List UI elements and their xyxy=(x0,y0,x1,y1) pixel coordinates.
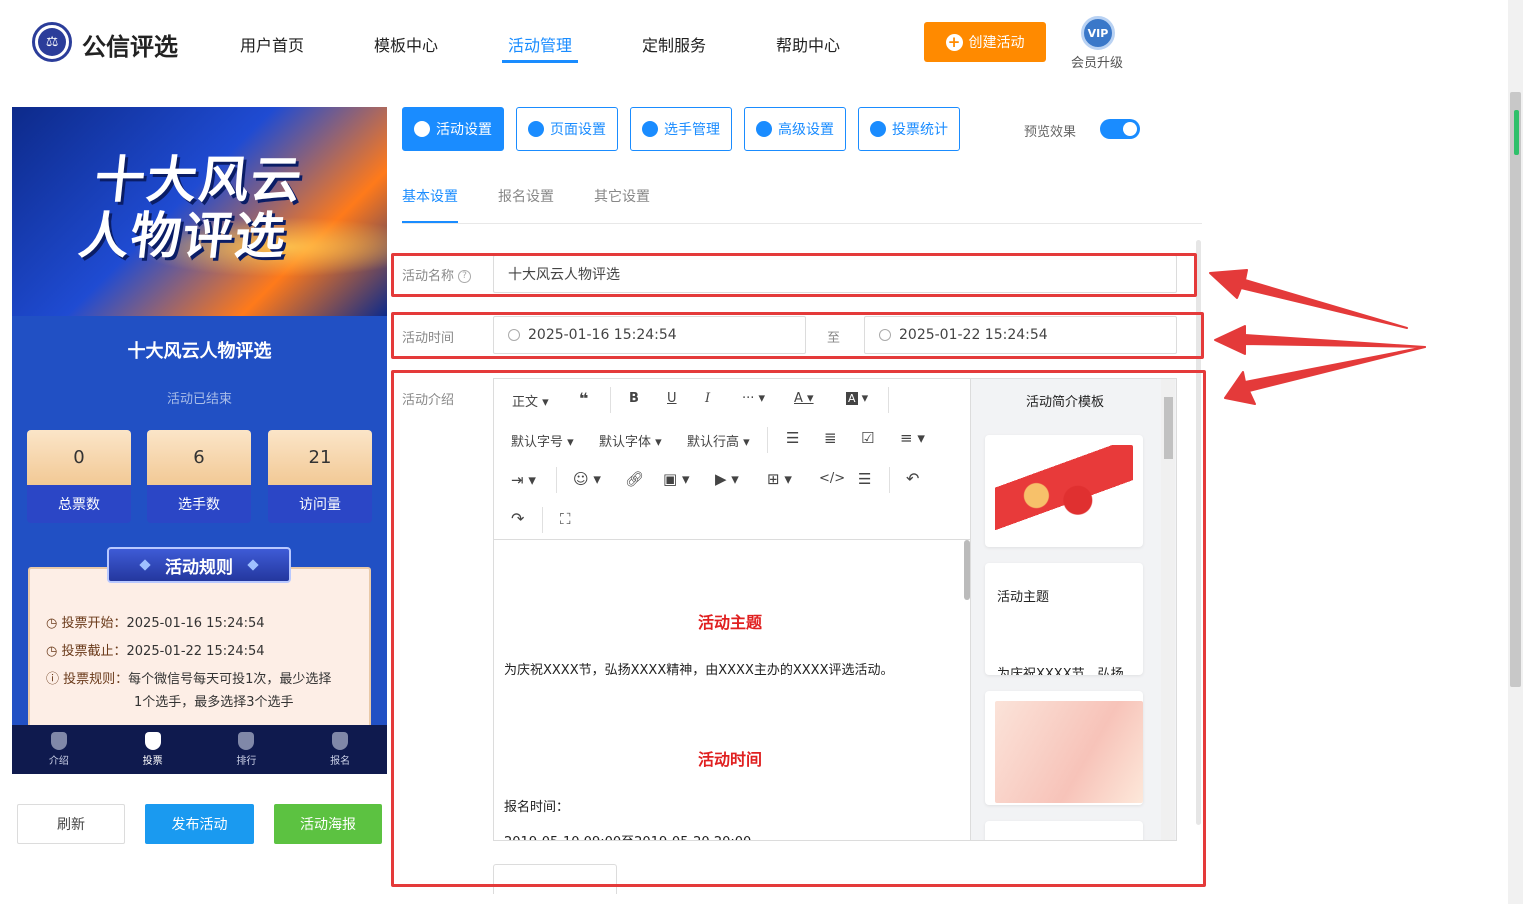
vip-upgrade-link[interactable]: 会员升级 xyxy=(1071,52,1123,71)
subtab-active-underline xyxy=(402,221,458,223)
sliders-icon xyxy=(756,121,772,137)
subtab-signup[interactable]: 报名设置 xyxy=(498,186,554,206)
preview-effect-label: 预览效果 xyxy=(1024,125,1077,140)
info-icon: ⓘ xyxy=(46,672,64,687)
gear-icon xyxy=(528,121,544,137)
create-activity-label: 创建活动 xyxy=(968,35,1025,51)
highlight-frame-name xyxy=(391,253,1197,297)
stat-contestants: 6 选手数 xyxy=(147,430,251,523)
rule-vote-rule: ⓘ 投票规则：每个微信号每天可投1次，最少选择 xyxy=(46,672,332,687)
phone-preview: 十大风云 人物评选 十大风云人物评选 活动已结束 0 总票数 6 选手数 21 … xyxy=(12,107,387,774)
nav-template-center[interactable]: 模板中心 xyxy=(374,32,438,56)
brand-name[interactable]: 公信评选 xyxy=(82,27,178,62)
clock-icon: ◷ xyxy=(46,644,62,659)
tab-page-settings[interactable]: 页面设置 xyxy=(516,107,618,151)
rule-start: ◷ 投票开始：2025-01-16 15:24:54 xyxy=(46,616,265,631)
logo-icon[interactable]: ⚖ xyxy=(32,22,72,62)
nav-user-home[interactable]: 用户首页 xyxy=(240,32,304,56)
rank-icon xyxy=(238,732,255,750)
app-root: ⚖ 公信评选 用户首页 模板中心 活动管理 定制服务 帮助中心 + 创建活动 V… xyxy=(0,0,1523,904)
nav-help-center[interactable]: 帮助中心 xyxy=(776,32,840,56)
tab-activity-settings[interactable]: 活动设置 xyxy=(402,107,504,151)
tab-contestant-manage[interactable]: 选手管理 xyxy=(630,107,732,151)
bar-chart-icon xyxy=(870,121,886,137)
phone-nav-vote[interactable]: 投票 xyxy=(106,725,200,774)
arrow-to-intro xyxy=(1224,346,1426,405)
nav-active-underline xyxy=(502,60,578,63)
tab-advanced-settings[interactable]: 高级设置 xyxy=(744,107,846,151)
subtab-divider xyxy=(402,223,1202,224)
tab-vote-stats[interactable]: 投票统计 xyxy=(858,107,960,151)
plus-icon: + xyxy=(945,33,963,51)
preview-toggle[interactable] xyxy=(1100,119,1140,139)
phone-nav-signup[interactable]: 报名 xyxy=(293,725,387,774)
subtab-basic[interactable]: 基本设置 xyxy=(402,186,458,206)
clock-icon: ◷ xyxy=(46,616,62,631)
star-icon xyxy=(414,121,430,137)
rule-end: ◷ 投票截止：2025-01-22 15:24:54 xyxy=(46,644,265,659)
rule-vote-rule-cont: 1个选手，最多选择3个选手 xyxy=(134,695,294,710)
page-scrollbar[interactable] xyxy=(1510,92,1521,687)
phone-activity-status: 活动已结束 xyxy=(166,392,232,407)
subtab-other[interactable]: 其它设置 xyxy=(594,186,650,206)
phone-nav-rank[interactable]: 排行 xyxy=(200,725,294,774)
banner-title: 十大风云 人物评选 xyxy=(76,151,306,265)
activity-banner: 十大风云 人物评选 xyxy=(12,107,387,316)
nav-activity-manage[interactable]: 活动管理 xyxy=(508,32,572,56)
create-activity-button[interactable]: + 创建活动 xyxy=(924,22,1046,62)
highlight-frame-intro xyxy=(391,370,1206,887)
phone-nav-intro[interactable]: 介绍 xyxy=(12,725,106,774)
nav-custom-service[interactable]: 定制服务 xyxy=(642,32,706,56)
signup-icon xyxy=(332,732,349,750)
users-icon xyxy=(642,121,658,137)
vip-icon[interactable]: VIP xyxy=(1081,16,1115,50)
refresh-button[interactable]: 刷新 xyxy=(17,804,125,844)
arrow-to-time xyxy=(1214,325,1426,355)
highlight-frame-time xyxy=(391,312,1204,359)
intro-icon xyxy=(50,732,67,750)
phone-activity-title: 十大风云人物评选 xyxy=(127,341,272,362)
publish-activity-button[interactable]: 发布活动 xyxy=(145,804,254,844)
phone-bottom-nav: 介绍 投票 排行 报名 xyxy=(12,725,387,774)
activity-poster-button[interactable]: 活动海报 xyxy=(274,804,382,844)
rules-title: 活动规则 xyxy=(107,547,291,583)
vote-icon xyxy=(144,732,161,750)
arrow-to-name xyxy=(1209,269,1408,329)
stat-total-votes: 0 总票数 xyxy=(27,430,131,523)
stat-visits: 21 访问量 xyxy=(268,430,372,523)
annotation-arrows xyxy=(1209,269,1426,405)
